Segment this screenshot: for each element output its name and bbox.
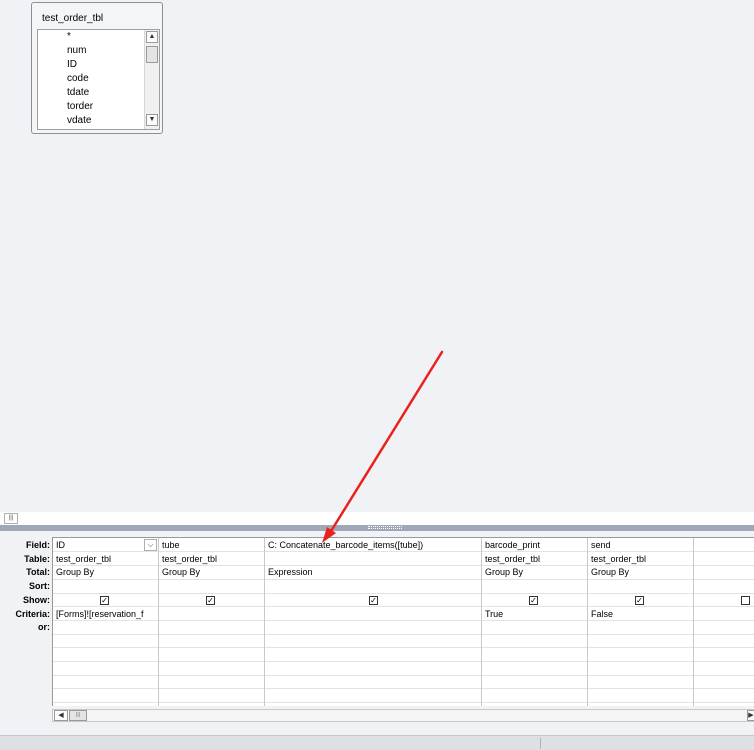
scroll-right-icon[interactable]: ▶ <box>747 710 754 721</box>
row-label-table: Table: <box>24 554 50 564</box>
table-cell[interactable]: test_order_tbl <box>591 552 691 566</box>
field-list[interactable]: * num ID code tdate torder vdate ▲ ▼ <box>37 29 160 130</box>
row-label-criteria: Criteria: <box>15 609 50 619</box>
query-design-area[interactable]: test_order_tbl * num ID code tdate torde… <box>0 0 754 512</box>
hscroll-thumb[interactable]: ||| <box>69 710 87 721</box>
total-cell[interactable]: Expression <box>268 565 478 579</box>
field-list-item[interactable]: code <box>67 73 89 85</box>
criteria-cell[interactable] <box>162 607 262 621</box>
show-checkbox-unchecked-icon[interactable] <box>741 596 750 605</box>
field-list-item[interactable]: * <box>67 31 71 43</box>
grid-column-send[interactable]: send test_order_tbl Group By ✓ False <box>588 538 694 706</box>
field-cell[interactable]: send <box>591 538 691 552</box>
criteria-cell[interactable] <box>268 607 478 621</box>
criteria-cell[interactable]: False <box>591 607 691 621</box>
grid-column-barcode-print[interactable]: barcode_print test_order_tbl Group By ✓ … <box>482 538 588 706</box>
status-divider <box>540 738 541 749</box>
total-cell[interactable]: Group By <box>591 565 691 579</box>
row-label-show: Show: <box>23 595 50 605</box>
scroll-up-icon[interactable]: ▲ <box>146 31 158 43</box>
field-cell[interactable]: tube <box>162 538 262 552</box>
row-label-total: Total: <box>26 567 50 577</box>
total-cell[interactable]: Group By <box>485 565 585 579</box>
total-cell[interactable]: Group By <box>56 565 156 579</box>
grid-column-tube[interactable]: tube test_order_tbl Group By ✓ <box>159 538 265 706</box>
grid-column-empty[interactable] <box>694 538 754 706</box>
show-checkbox-icon[interactable]: ✓ <box>635 596 644 605</box>
field-list-item[interactable]: ID <box>67 59 77 71</box>
dropdown-arrow-icon[interactable]: ⌵ <box>144 539 157 551</box>
row-label-field: Field: <box>26 540 50 550</box>
criteria-cell[interactable]: [Forms]![reservation_f <box>56 607 156 621</box>
design-area-bottom-edge <box>0 512 754 525</box>
field-list-item[interactable]: tdate <box>67 87 89 99</box>
status-bar <box>0 735 754 750</box>
splitter-grip-icon[interactable] <box>368 526 402 529</box>
total-cell[interactable]: Group By <box>162 565 262 579</box>
row-label-sort: Sort: <box>29 581 50 591</box>
field-list-item[interactable]: num <box>67 45 86 57</box>
field-cell[interactable]: barcode_print <box>485 538 585 552</box>
table-field-list-box[interactable]: test_order_tbl * num ID code tdate torde… <box>31 2 163 134</box>
show-checkbox-icon[interactable]: ✓ <box>369 596 378 605</box>
scroll-down-icon[interactable]: ▼ <box>146 114 158 126</box>
criteria-cell[interactable]: True <box>485 607 585 621</box>
show-checkbox-icon[interactable]: ✓ <box>206 596 215 605</box>
field-cell[interactable]: C: Concatenate_barcode_items([tube]) <box>268 538 478 552</box>
grid-horizontal-scrollbar[interactable]: ◀ ||| ▶ <box>52 709 754 722</box>
scroll-thumb[interactable] <box>146 46 158 63</box>
table-cell[interactable]: test_order_tbl <box>56 552 156 566</box>
query-design-grid-pane: Field: Table: Total: Sort: Show: Criteri… <box>0 531 754 735</box>
scroll-left-icon[interactable]: ◀ <box>54 710 68 721</box>
design-hscroll-thumb[interactable]: ||| <box>4 513 18 524</box>
table-cell[interactable]: test_order_tbl <box>162 552 262 566</box>
field-list-item[interactable]: torder <box>67 101 93 113</box>
row-label-or: or: <box>38 622 50 632</box>
qbe-grid[interactable]: ID ⌵ test_order_tbl Group By ✓ [Forms]![… <box>52 537 754 706</box>
table-cell[interactable] <box>268 552 478 566</box>
show-checkbox-icon[interactable]: ✓ <box>100 596 109 605</box>
grid-column-id[interactable]: ID ⌵ test_order_tbl Group By ✓ [Forms]![… <box>53 538 159 706</box>
grid-column-expression[interactable]: C: Concatenate_barcode_items([tube]) Exp… <box>265 538 482 706</box>
field-list-item[interactable]: vdate <box>67 115 91 127</box>
field-cell[interactable]: ID <box>56 538 141 552</box>
show-checkbox-icon[interactable]: ✓ <box>529 596 538 605</box>
field-list-scrollbar[interactable]: ▲ ▼ <box>144 30 159 129</box>
table-title[interactable]: test_order_tbl <box>42 13 103 24</box>
table-cell[interactable]: test_order_tbl <box>485 552 585 566</box>
